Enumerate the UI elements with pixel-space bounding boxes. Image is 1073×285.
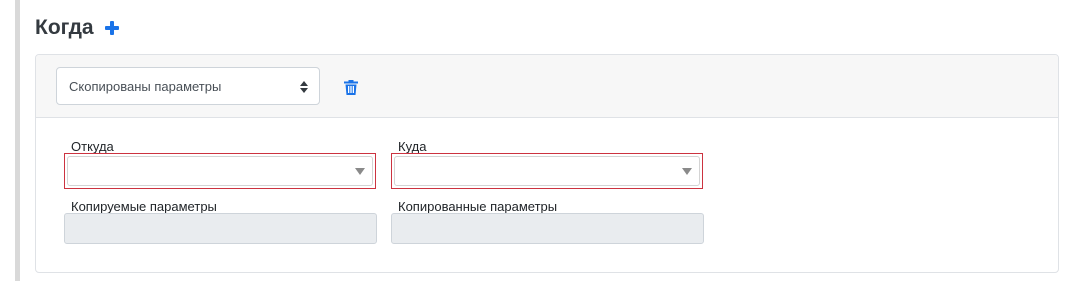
section-heading: Когда xyxy=(35,14,119,42)
from-label: Откуда xyxy=(71,139,114,154)
condition-type-value: Скопированы параметры xyxy=(69,78,222,94)
from-select[interactable] xyxy=(64,153,376,189)
section-title: Когда xyxy=(35,16,94,39)
plus-icon[interactable] xyxy=(104,21,119,35)
caret-down-icon xyxy=(355,168,365,175)
to-select-box xyxy=(394,156,700,186)
result-params-field xyxy=(391,213,704,244)
trash-icon[interactable] xyxy=(344,80,358,95)
sort-arrows-icon xyxy=(300,81,308,93)
condition-card-header: Скопированы параметры xyxy=(36,55,1058,118)
to-select[interactable] xyxy=(391,153,703,189)
copied-params-field xyxy=(64,213,377,244)
caret-down-icon xyxy=(682,168,692,175)
result-params-label: Копированные параметры xyxy=(398,199,558,214)
copied-params-label: Копируемые параметры xyxy=(71,199,217,214)
from-select-box xyxy=(67,156,373,186)
condition-card: Скопированы параметры Откуда Куда Копиру… xyxy=(35,54,1059,273)
condition-type-select[interactable]: Скопированы параметры xyxy=(56,67,320,105)
to-label: Куда xyxy=(398,139,427,154)
